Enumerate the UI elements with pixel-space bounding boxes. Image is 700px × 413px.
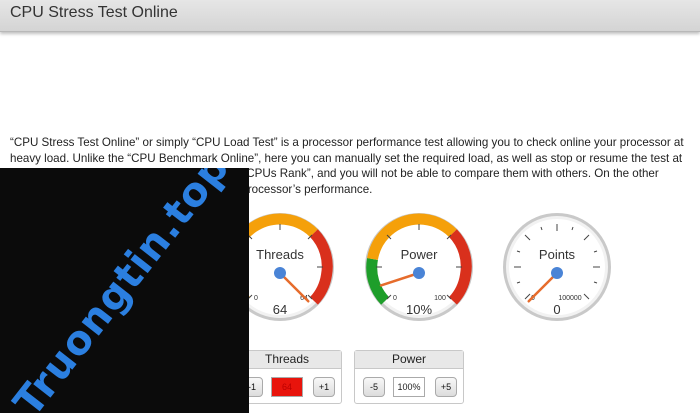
points-gauge: Points 0 100000 0 (502, 212, 612, 322)
power-decrease-button[interactable]: -5 (363, 377, 385, 397)
points-gauge-label: Points (539, 247, 576, 262)
power-increase-button[interactable]: +5 (435, 377, 457, 397)
threads-value-field[interactable]: 64 (271, 377, 303, 397)
power-gauge-min: 0 (393, 295, 397, 302)
power-gauge-value: 10% (406, 302, 432, 317)
power-gauge-dial: Power 0 100 10% (365, 213, 473, 321)
page-title: CPU Stress Test Online (10, 4, 178, 21)
power-gauge: Power 0 100 10% (364, 212, 474, 322)
page-header: CPU Stress Test Online (0, 0, 700, 32)
watermark-overlay: Truongtin.top (0, 168, 249, 413)
power-gauge-label: Power (401, 247, 439, 262)
power-gauge-max: 100 (434, 295, 446, 302)
points-gauge-value: 0 (553, 302, 560, 317)
points-gauge-dial: Points 0 100000 0 (503, 213, 611, 321)
power-control-title: Power (355, 351, 463, 369)
threads-increase-button[interactable]: +1 (313, 377, 335, 397)
threads-gauge-label: Threads (256, 247, 304, 262)
threads-gauge-value: 64 (273, 302, 287, 317)
threads-control-title: Threads (233, 351, 341, 369)
points-gauge-max: 100000 (558, 295, 581, 302)
power-value-field[interactable]: 100% (393, 377, 425, 397)
power-control: Power -5 100% +5 (354, 350, 464, 404)
watermark-logo: Truongtin.top (5, 168, 239, 413)
threads-gauge-min: 0 (254, 295, 258, 302)
